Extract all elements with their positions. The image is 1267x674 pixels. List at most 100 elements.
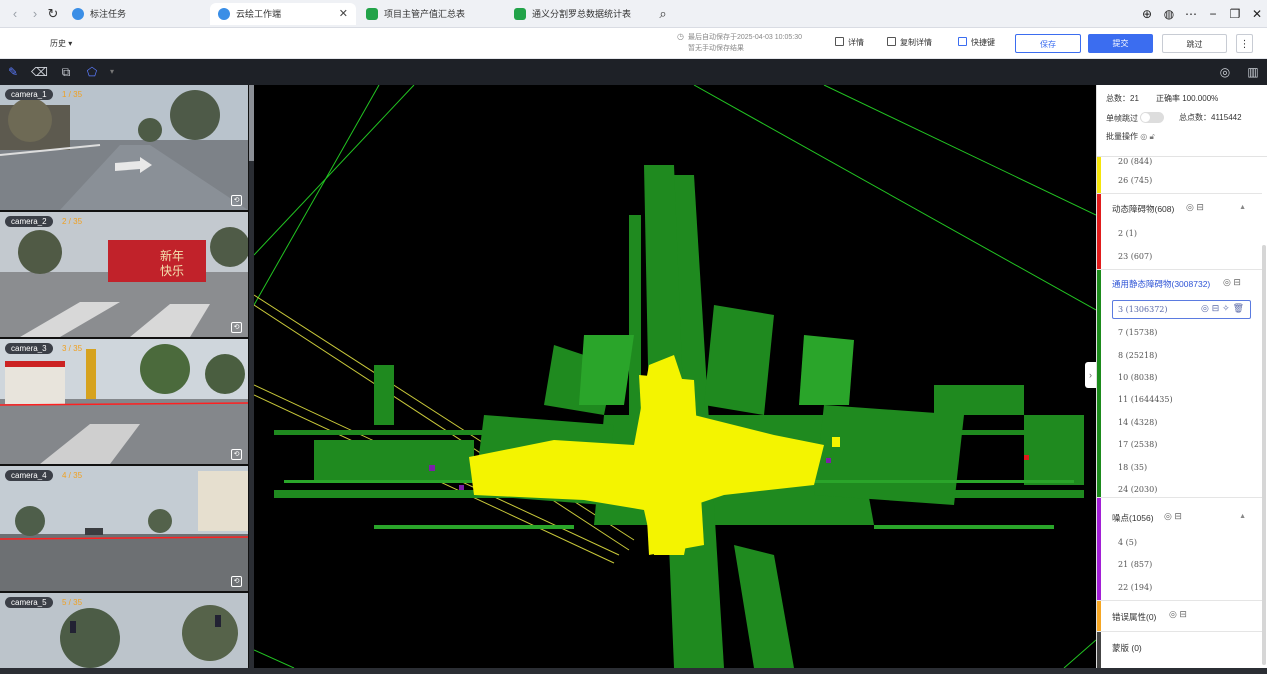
sheet-icon — [514, 8, 526, 20]
list-item[interactable]: 2 (1) — [1118, 229, 1137, 238]
window-close-icon[interactable]: ✕ — [1248, 5, 1266, 23]
app-header: 历史 ▾ ◷ 最后自动保存于2025-04-03 10:05:30 暂无手动保存… — [0, 28, 1267, 59]
tab-favicon-icon — [218, 8, 230, 20]
label-group-mask: 蒙版 (0) — [1097, 632, 1262, 668]
tab-favicon-icon — [72, 8, 84, 20]
single-skip-toggle[interactable] — [1140, 112, 1164, 123]
tab-cloud-workbench[interactable]: 云绘工作端 ✕ — [210, 3, 356, 25]
list-item[interactable]: 8 (25218) — [1118, 351, 1157, 360]
eye-icon[interactable]: ◎ — [1201, 304, 1209, 314]
copy-icon — [887, 37, 896, 46]
minimize-icon[interactable]: − — [1204, 5, 1222, 23]
camera-view[interactable]: camera_4 4 / 35 ⟲ — [0, 466, 248, 591]
panel-summary: 总数：21 正确率 100.000% 单帧跳过 总点数：4115442 批量操作… — [1097, 85, 1267, 157]
chevron-down-icon[interactable]: ▾ — [104, 64, 120, 80]
list-item[interactable]: 24 (2030) — [1118, 485, 1157, 494]
panel-scrollbar[interactable] — [1262, 245, 1266, 665]
close-icon[interactable]: ✕ — [339, 3, 348, 25]
pin-icon[interactable]: ✧ — [1222, 304, 1230, 314]
batch-operation[interactable]: 批量操作 ◎ 🔓︎ — [1106, 131, 1155, 142]
camera-image — [0, 339, 248, 464]
save-button[interactable]: 保存 — [1015, 34, 1081, 53]
reload-icon[interactable]: ↻ — [44, 5, 62, 23]
reset-view-icon[interactable]: ⟲ — [231, 322, 242, 333]
history-dropdown[interactable]: 历史 ▾ — [50, 38, 72, 49]
restore-icon[interactable]: ❐ — [1226, 5, 1244, 23]
lock-icon[interactable]: ⊟ — [1233, 277, 1241, 287]
reset-view-icon[interactable]: ⟲ — [231, 449, 242, 460]
reset-view-icon[interactable]: ⟲ — [231, 576, 242, 587]
collapse-caret-icon[interactable]: ▲ — [1239, 513, 1246, 520]
edit-box-icon[interactable]: ⧉ — [58, 64, 74, 80]
list-item[interactable]: 22 (194) — [1118, 583, 1152, 592]
keyboard-icon — [958, 37, 967, 46]
copy-details-button[interactable]: 复制详情 — [887, 37, 932, 48]
pen-icon[interactable]: ✎ — [5, 64, 21, 80]
list-item[interactable]: 20 (844) — [1118, 157, 1152, 166]
accuracy-label: 正确率 100.000% — [1156, 94, 1219, 103]
point-cloud-canvas[interactable] — [254, 85, 1096, 668]
clock-icon: ◷ — [677, 32, 684, 41]
tab-output-summary[interactable]: 项目主管产值汇总表 — [358, 3, 504, 25]
eraser-icon[interactable]: ⌫ — [31, 64, 48, 80]
tab-segmentation-stats[interactable]: 通义分割罗总数据统计表 — [506, 3, 652, 25]
eye-icon[interactable]: ◎ — [1186, 202, 1194, 212]
list-item[interactable]: 26 (745) — [1118, 176, 1152, 185]
group-title[interactable]: 错误属性(0) — [1112, 611, 1156, 623]
group-title[interactable]: 噪点(1056) — [1112, 512, 1154, 524]
details-button[interactable]: 详情 — [835, 37, 864, 48]
camera-image — [0, 466, 248, 591]
collapse-caret-icon[interactable]: ▲ — [1239, 204, 1246, 211]
more-dots-icon[interactable]: ⋯ — [1182, 5, 1200, 23]
camera-view[interactable]: camera_3 3 / 35 ⟲ — [0, 339, 248, 464]
back-icon[interactable]: ‹ — [6, 5, 24, 23]
lock-icon[interactable]: ⊟ — [1174, 511, 1182, 521]
eye-icon[interactable]: ◎ — [1223, 277, 1231, 287]
list-item[interactable]: 7 (15738) — [1118, 328, 1157, 337]
lasso-icon[interactable]: ⬠ — [84, 64, 100, 80]
submit-button[interactable]: 提交 — [1088, 34, 1153, 53]
lock-icon[interactable]: ⊟ — [1196, 202, 1204, 212]
list-item[interactable]: 14 (4328) — [1118, 418, 1157, 427]
skip-button[interactable]: 跳过 — [1162, 34, 1227, 53]
group-title[interactable]: 蒙版 (0) — [1112, 642, 1142, 654]
sheet-icon — [366, 8, 378, 20]
lock-icon[interactable]: ⊟ — [1212, 304, 1220, 314]
list-item[interactable]: 10 (8038) — [1118, 373, 1157, 382]
settings-icon[interactable]: ◎ — [1217, 64, 1233, 80]
list-item[interactable]: 11 (1644435) — [1118, 395, 1173, 404]
group-title[interactable]: 通用静态障碍物(3008732) — [1112, 278, 1210, 290]
group-title[interactable]: 动态障碍物(608) — [1112, 203, 1174, 215]
label-group-error-attributes: 错误属性(0) ◎ ⊟ — [1097, 601, 1262, 631]
layout-icon[interactable]: ▥ — [1245, 64, 1261, 80]
camera-view[interactable]: camera_1 1 / 35 ⟲ — [0, 85, 248, 210]
globe-icon[interactable]: ◍ — [1160, 5, 1178, 23]
manual-save-status: 暂无手动保存结果 — [688, 45, 744, 52]
shortcuts-button[interactable]: 快捷键 — [958, 37, 995, 48]
more-menu-button[interactable]: ⋮ — [1236, 34, 1253, 53]
search-icon[interactable]: ⌕ — [654, 5, 672, 23]
eye-icon[interactable]: ◎ — [1169, 609, 1177, 619]
delete-icon[interactable]: 🗑︎ — [1233, 304, 1244, 314]
selected-list-item[interactable]: 3 (1306372) ◎ ⊟ ✧ 🗑︎ — [1112, 300, 1251, 319]
point-cloud-view — [254, 85, 1096, 668]
panel-collapse-toggle[interactable]: › — [1085, 362, 1096, 388]
eye-icon[interactable]: ◎ — [1164, 511, 1172, 521]
list-item[interactable]: 4 (5) — [1118, 538, 1137, 547]
single-skip-label: 单帧跳过 — [1106, 112, 1164, 124]
download-icon[interactable]: ⊕ — [1138, 5, 1156, 23]
list-item[interactable]: 18 (35) — [1118, 463, 1147, 472]
details-icon — [835, 37, 844, 46]
list-item[interactable]: 21 (857) — [1118, 560, 1152, 569]
reset-view-icon[interactable]: ⟲ — [231, 195, 242, 206]
lock-icon[interactable]: ⊟ — [1179, 609, 1187, 619]
lock-icon[interactable]: 🔓︎ — [1149, 132, 1154, 141]
camera-image — [0, 85, 248, 210]
forward-icon[interactable]: › — [26, 5, 44, 23]
list-item[interactable]: 17 (2538) — [1118, 440, 1157, 449]
tab-annotation-task[interactable]: 标注任务 — [64, 3, 204, 25]
camera-view[interactable]: 新年 快乐 camera_2 2 / 35 ⟲ — [0, 212, 248, 337]
camera-view[interactable]: camera_5 5 / 35 — [0, 593, 248, 668]
list-item[interactable]: 23 (607) — [1118, 252, 1152, 261]
eye-icon[interactable]: ◎ — [1140, 132, 1147, 141]
